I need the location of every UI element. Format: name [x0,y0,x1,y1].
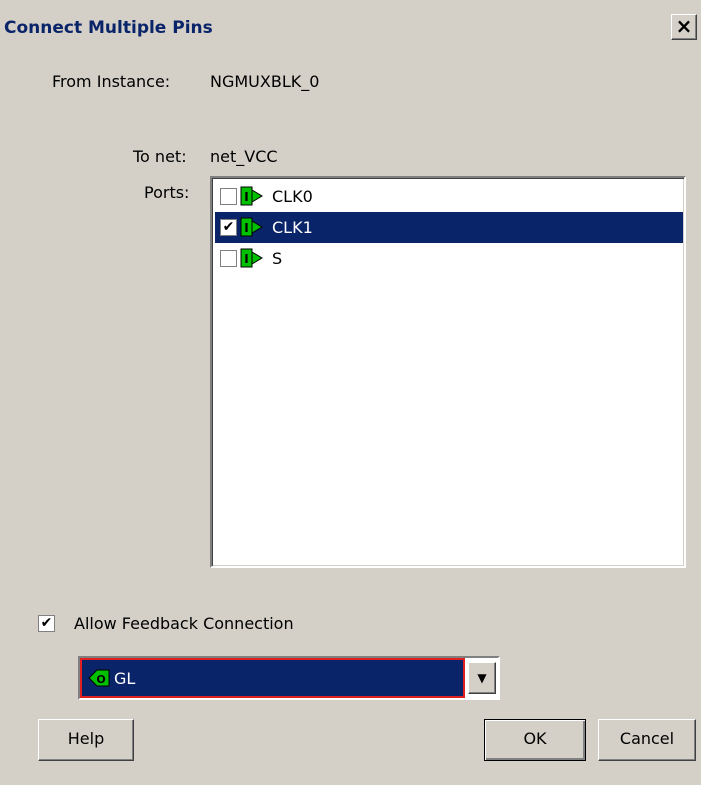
connect-multiple-pins-dialog: Connect Multiple Pins × From Instance: N… [0,0,701,785]
input-port-icon: I [240,186,263,206]
input-port-icon: I [240,217,263,237]
port-row-s[interactable]: I S [215,243,683,274]
port-checkbox-s[interactable] [220,250,237,267]
output-port-icon: O [88,669,110,687]
chevron-down-icon: ▼ [477,671,487,685]
port-label: CLK1 [272,218,313,237]
combo-selected-field[interactable]: O GL [80,658,465,698]
svg-text:O: O [96,673,105,686]
svg-text:I: I [244,252,248,266]
feedback-net-combobox[interactable]: O GL ▼ [78,656,500,700]
port-checkbox-clk1[interactable]: ✔ [220,219,237,236]
port-checkbox-clk0[interactable] [220,188,237,205]
allow-feedback-checkbox[interactable]: ✔ [38,615,55,632]
port-row-clk0[interactable]: I CLK0 [215,181,683,212]
combo-value: GL [114,669,136,688]
to-net-label: To net: [133,147,187,166]
svg-text:I: I [244,221,248,235]
cancel-button[interactable]: Cancel [598,719,696,761]
combo-dropdown-button[interactable]: ▼ [468,662,496,694]
from-instance-value: NGMUXBLK_0 [210,72,320,91]
port-label: S [272,249,283,268]
ports-listbox[interactable]: I CLK0 ✔ I CLK1 I S [210,176,686,568]
close-button[interactable]: × [671,14,697,40]
allow-feedback-label: Allow Feedback Connection [74,614,294,633]
to-net-value: net_VCC [210,147,278,166]
help-button[interactable]: Help [38,719,134,761]
port-label: CLK0 [272,187,313,206]
from-instance-label: From Instance: [52,72,171,91]
port-row-clk1[interactable]: ✔ I CLK1 [215,212,683,243]
dialog-title: Connect Multiple Pins [4,18,213,38]
ok-button[interactable]: OK [484,719,586,761]
title-bar: Connect Multiple Pins × [0,0,701,48]
ports-label: Ports: [144,183,190,202]
svg-text:I: I [244,190,248,204]
close-icon: × [675,14,693,38]
input-port-icon: I [240,248,263,268]
